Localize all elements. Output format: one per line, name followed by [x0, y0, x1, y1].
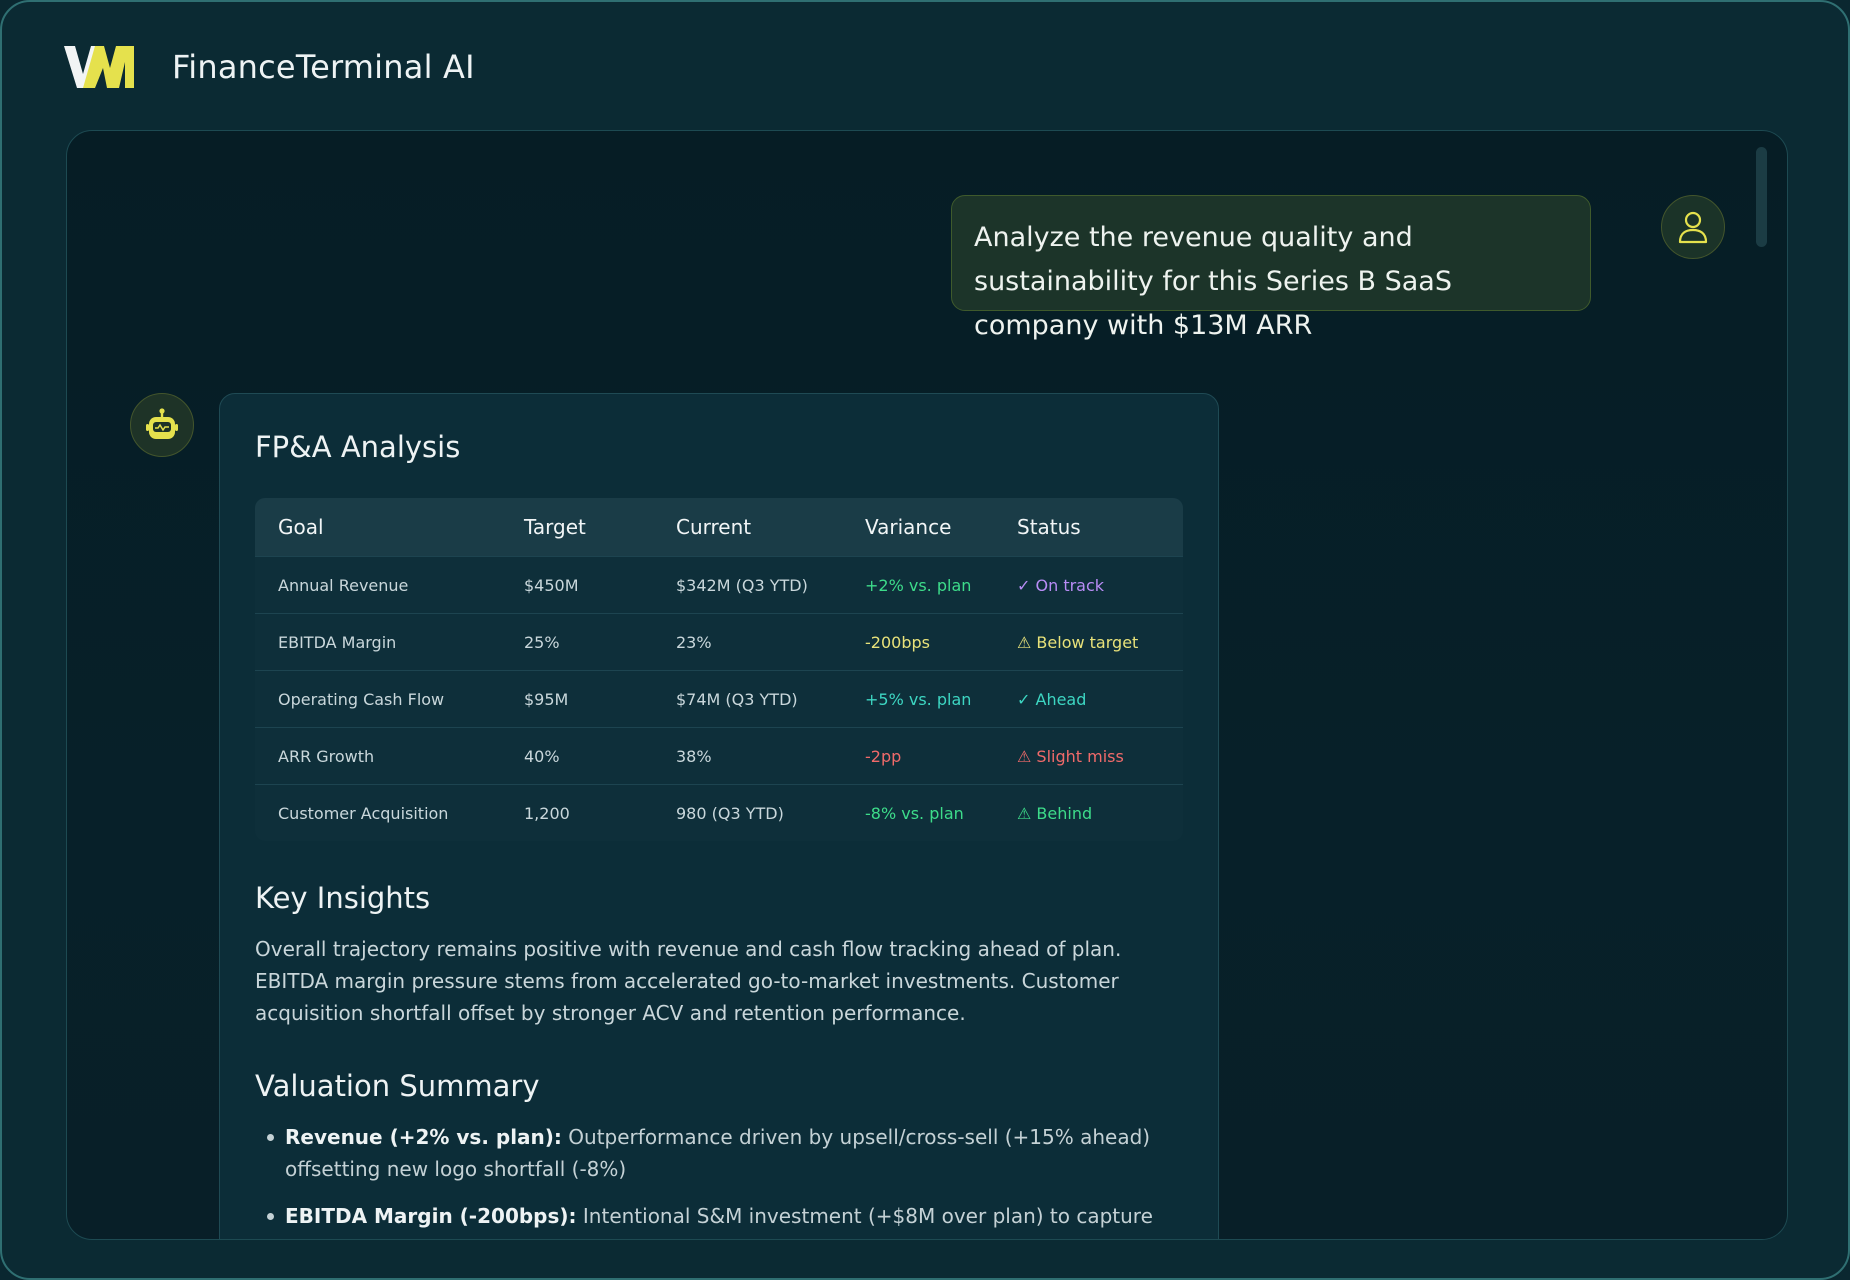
- assistant-avatar: [130, 393, 194, 457]
- current-cell: $74M (Q3 YTD): [676, 689, 798, 709]
- variance-cell: +5% vs. plan: [865, 689, 972, 709]
- current-cell: 23%: [676, 632, 712, 652]
- column-header-goal: Goal: [278, 515, 324, 539]
- scrollbar-thumb[interactable]: [1756, 147, 1767, 247]
- table-row: Operating Cash Flow $95M $74M (Q3 YTD) +…: [255, 670, 1183, 727]
- target-cell: 1,200: [524, 803, 570, 823]
- table-header-row: Goal Target Current Variance Status: [255, 498, 1183, 556]
- goal-cell: EBITDA Margin: [278, 632, 397, 652]
- user-message-bubble: Analyze the revenue quality and sustaina…: [951, 195, 1591, 341]
- goal-cell: Operating Cash Flow: [278, 689, 445, 709]
- variance-cell: -2pp: [865, 746, 902, 766]
- column-header-variance: Variance: [865, 515, 952, 539]
- list-item: EBITDA Margin (-200bps): Intentional S&M…: [255, 1200, 1183, 1239]
- bullet-label: Revenue (+2% vs. plan):: [285, 1125, 562, 1149]
- app-window: FinanceTerminal AI Analyze the revenue q…: [0, 0, 1850, 1280]
- app-header: FinanceTerminal AI: [64, 44, 475, 90]
- bullet-label: EBITDA Margin (-200bps):: [285, 1204, 577, 1228]
- insights-heading: Key Insights: [255, 881, 431, 915]
- app-logo: [64, 46, 134, 88]
- target-cell: 25%: [524, 632, 560, 652]
- status-cell: ⚠ Below target: [1017, 632, 1139, 652]
- variance-cell: +2% vs. plan: [865, 575, 972, 595]
- status-cell: ✓ On track: [1017, 575, 1105, 595]
- table-row: EBITDA Margin 25% 23% -200bps ⚠ Below ta…: [255, 613, 1183, 670]
- table-row: Annual Revenue $450M $342M (Q3 YTD) +2% …: [255, 556, 1183, 613]
- valuation-list: Revenue (+2% vs. plan): Outperformance d…: [255, 1121, 1183, 1239]
- goal-cell: ARR Growth: [278, 746, 375, 766]
- status-cell: ✓ Ahead: [1017, 689, 1087, 709]
- current-cell: 980 (Q3 YTD): [676, 803, 784, 823]
- status-cell: ⚠ Slight miss: [1017, 746, 1124, 766]
- table-row: Customer Acquisition 1,200 980 (Q3 YTD) …: [255, 784, 1183, 841]
- chat-panel[interactable]: Analyze the revenue quality and sustaina…: [66, 130, 1788, 1240]
- user-icon: [1678, 211, 1708, 244]
- target-cell: 40%: [524, 746, 560, 766]
- column-header-status: Status: [1017, 515, 1081, 539]
- fpa-table: Goal Target Current Variance Status Annu…: [255, 498, 1183, 841]
- goal-cell: Customer Acquisition: [278, 803, 449, 823]
- variance-cell: -200bps: [865, 632, 930, 652]
- column-header-current: Current: [676, 515, 752, 539]
- user-avatar: [1661, 195, 1725, 259]
- current-cell: 38%: [676, 746, 712, 766]
- current-cell: $342M (Q3 YTD): [676, 575, 808, 595]
- goal-cell: Annual Revenue: [278, 575, 409, 595]
- list-item: Revenue (+2% vs. plan): Outperformance d…: [255, 1121, 1183, 1185]
- response-title: FP&A Analysis: [255, 430, 461, 464]
- status-cell: ⚠ Behind: [1017, 803, 1093, 823]
- assistant-response-card: FP&A Analysis Goal Target Current Varian…: [219, 393, 1219, 1239]
- variance-cell: -8% vs. plan: [865, 803, 964, 823]
- column-header-target: Target: [524, 515, 586, 539]
- valuation-heading: Valuation Summary: [255, 1069, 540, 1103]
- app-title: FinanceTerminal AI: [172, 48, 475, 86]
- robot-icon: [146, 408, 178, 439]
- insights-text: Overall trajectory remains positive with…: [255, 937, 1122, 1025]
- target-cell: $450M: [524, 575, 579, 595]
- table-row: ARR Growth 40% 38% -2pp ⚠ Slight miss: [255, 727, 1183, 784]
- target-cell: $95M: [524, 689, 569, 709]
